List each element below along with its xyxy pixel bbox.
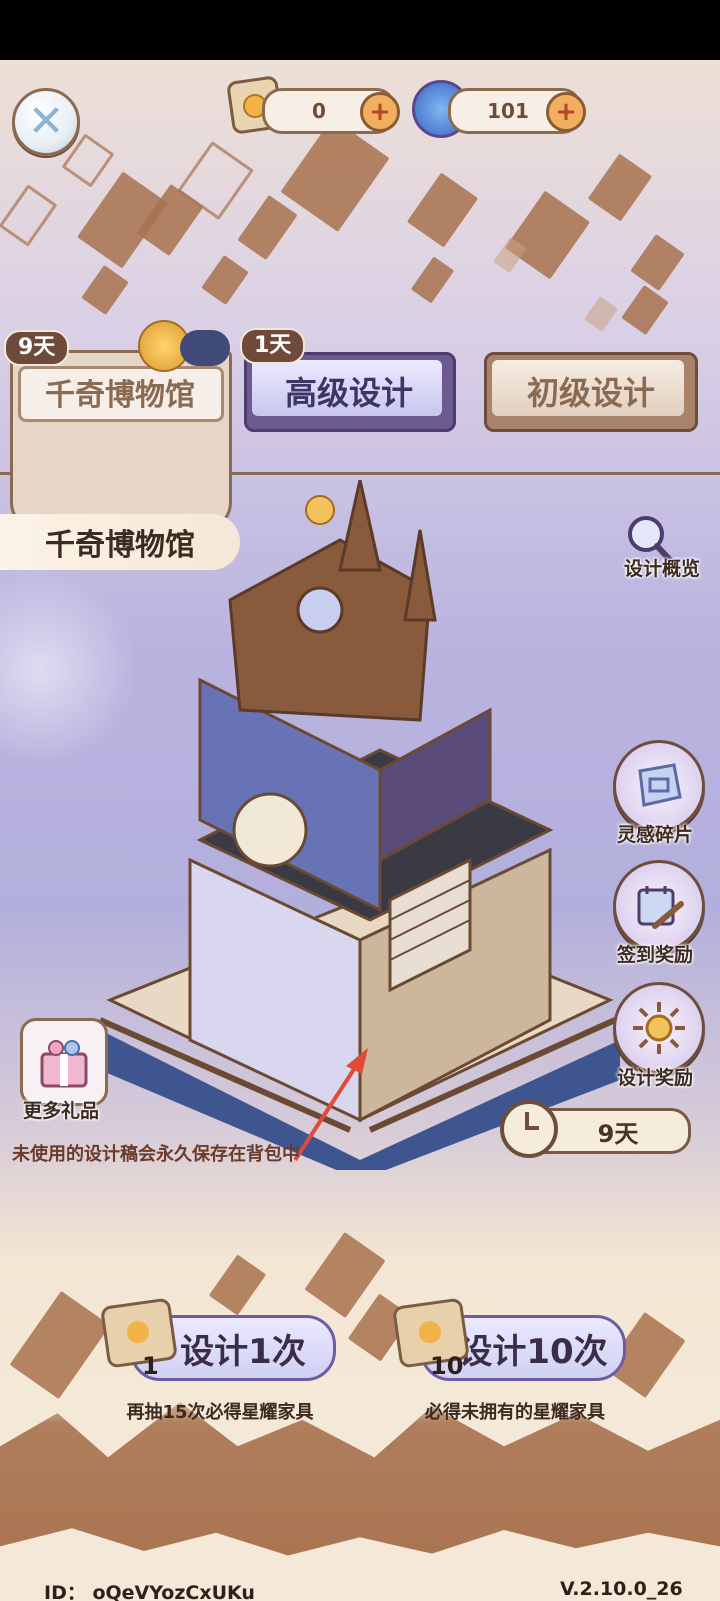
backpack-notice: 未使用的设计稿会永久保存在背包中 <box>12 1144 300 1165</box>
clock-icon <box>500 1100 558 1158</box>
gift-icon <box>40 1040 88 1088</box>
cloud-icon <box>180 330 230 366</box>
design-once-label: 设计1次 <box>180 1331 306 1372</box>
design-overview-label: 设计概览 <box>623 558 700 580</box>
tab-advanced-design[interactable]: 高级设计 <box>244 352 456 442</box>
tab-basic-label: 初级设计 <box>526 374 655 412</box>
calendar-icon <box>637 886 684 929</box>
tab-basic-design[interactable]: 初级设计 <box>484 352 698 442</box>
museum-illustration <box>90 479 630 1180</box>
add-star-currency-button[interactable]: + <box>546 92 586 132</box>
checkin-reward-label: 签到奖励 <box>616 944 693 966</box>
map-fragment-icon <box>638 763 682 807</box>
sun-icon <box>633 1002 685 1054</box>
status-bar <box>0 0 720 60</box>
more-gifts-button[interactable] <box>20 1018 108 1106</box>
design-reward-label: 设计奖励 <box>616 1067 693 1089</box>
plus-icon: + <box>555 97 577 127</box>
tab-museum-label: 千奇博物馆 <box>45 378 195 413</box>
player-id: ID： oQeVYozCxUKu <box>44 1582 255 1601</box>
tab-advanced-badge: 1天 <box>240 328 306 364</box>
more-gifts-label: 更多礼品 <box>22 1100 99 1122</box>
design-ten-hint: 必得未拥有的星耀家具 <box>425 1402 605 1423</box>
tab-museum-badge: 9天 <box>4 330 70 366</box>
star-currency-count: 101 <box>487 99 529 123</box>
close-icon: ✕ <box>27 96 65 147</box>
design-once-cost: 1 <box>142 1352 159 1380</box>
design-reward-button[interactable] <box>613 982 705 1074</box>
checkin-reward-button[interactable] <box>613 860 705 952</box>
design-once-hint: 再抽15次必得星耀家具 <box>126 1402 314 1423</box>
design-scroll-cost-icon <box>100 1297 178 1369</box>
design-scroll-count: 0 <box>312 99 326 123</box>
tab-advanced-label: 高级设计 <box>284 374 413 412</box>
design-ten-label: 设计10次 <box>458 1331 608 1372</box>
inspiration-fragments-button[interactable] <box>613 740 705 832</box>
game-screen: ✕ 0 + 101 + 千奇博物馆 9天 高级设计 1天 初级设计 千奇博物馆 … <box>0 60 720 1601</box>
design-ten-cost: 10 <box>430 1352 464 1380</box>
close-button[interactable]: ✕ <box>12 88 80 156</box>
version-label: V.2.10.0_26 <box>560 1578 683 1600</box>
add-design-scroll-button[interactable]: + <box>360 92 400 132</box>
inspiration-fragments-label: 灵感碎片 <box>616 824 693 846</box>
plus-icon: + <box>369 97 391 127</box>
event-timer-text: 9天 <box>597 1119 639 1148</box>
